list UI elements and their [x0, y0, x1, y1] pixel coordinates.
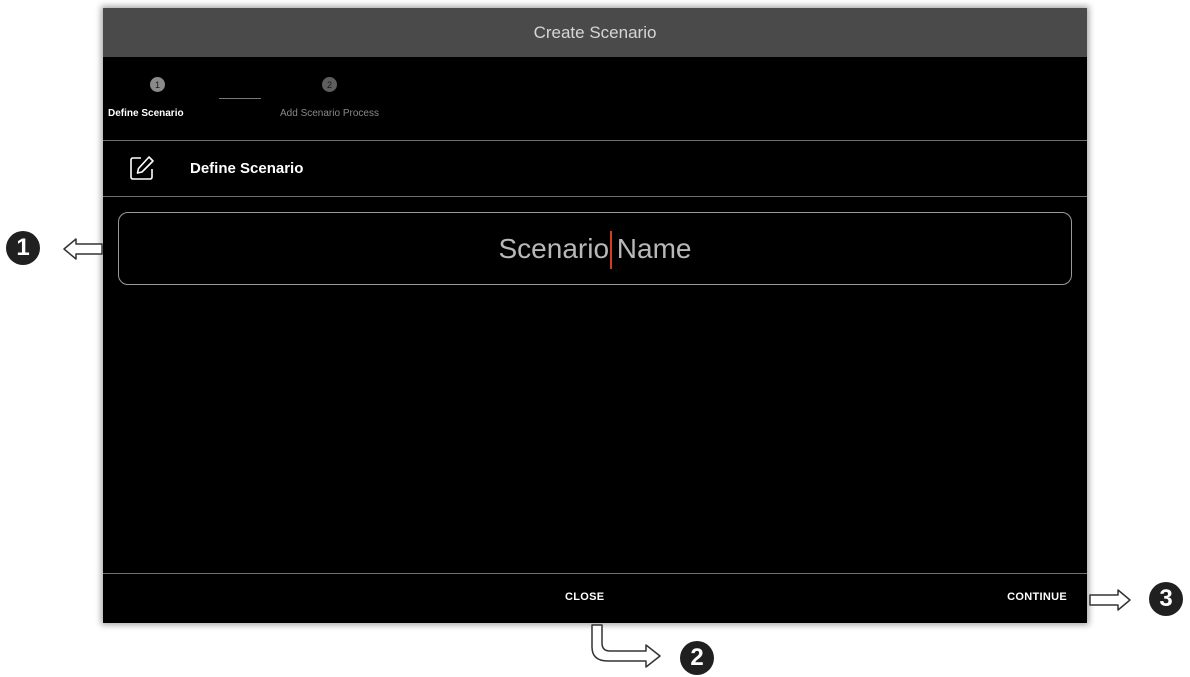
- dialog-title: Create Scenario: [103, 8, 1087, 57]
- divider: [103, 140, 1087, 141]
- step-1-label: Define Scenario: [108, 108, 184, 119]
- create-scenario-dialog: Create Scenario 1 2 Define Scenario Add …: [103, 8, 1087, 623]
- scenario-name-input[interactable]: [119, 212, 1071, 285]
- divider: [103, 573, 1087, 574]
- annotation-badge-2: 2: [680, 641, 714, 675]
- section-title: Define Scenario: [190, 160, 304, 177]
- annotation-curved-arrow-icon: [591, 624, 661, 668]
- annotation-badge-1: 1: [6, 231, 40, 265]
- scenario-name-field[interactable]: [118, 212, 1072, 285]
- text-caret: [610, 231, 612, 269]
- annotation-badge-3: 3: [1149, 582, 1183, 616]
- step-connector: [219, 98, 261, 99]
- step-2-label: Add Scenario Process: [280, 108, 379, 119]
- close-button[interactable]: CLOSE: [565, 591, 604, 603]
- step-1-indicator: 1: [150, 77, 165, 92]
- divider: [103, 196, 1087, 197]
- edit-icon: [130, 156, 154, 180]
- continue-button[interactable]: CONTINUE: [1007, 591, 1067, 603]
- annotation-arrow-left-icon: [63, 238, 103, 260]
- annotation-arrow-right-icon: [1089, 589, 1131, 611]
- step-2-indicator: 2: [322, 77, 337, 92]
